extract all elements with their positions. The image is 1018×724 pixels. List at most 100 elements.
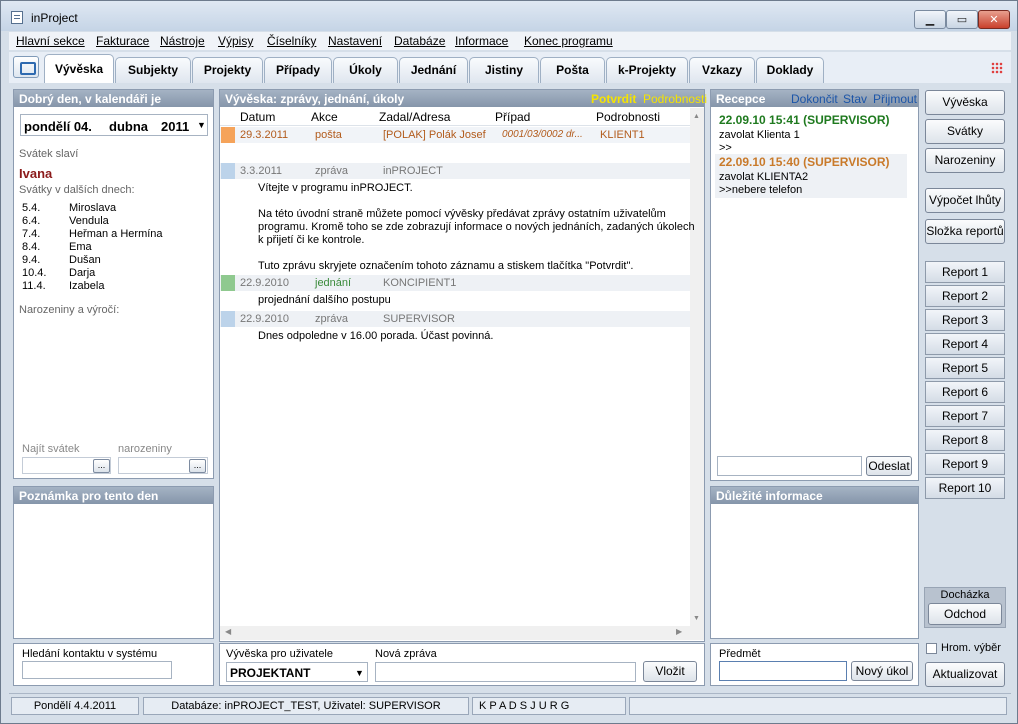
report-button[interactable]: Report 8 xyxy=(925,429,1005,451)
important-panel: Důležité informace xyxy=(710,486,919,639)
row-by: SUPERVISOR xyxy=(383,313,455,325)
new-task-button[interactable]: Nový úkol xyxy=(851,661,913,681)
holiday-name: Izabela xyxy=(69,280,105,292)
menu-fakturace[interactable]: Fakturace xyxy=(96,34,149,48)
tab-ukoly[interactable]: Úkoly xyxy=(333,57,398,83)
tab-jistiny[interactable]: Jistiny xyxy=(469,57,539,83)
row-date: 22.9.2010 xyxy=(240,277,289,289)
row-marker xyxy=(221,275,235,291)
row-date: 29.3.2011 xyxy=(240,129,289,141)
holidays-button[interactable]: Svátky xyxy=(925,119,1005,144)
date-day: pondělí 04. xyxy=(24,119,92,134)
minimize-button[interactable]: ▁ xyxy=(914,10,946,29)
scroll-right-icon[interactable]: ▶ xyxy=(676,627,682,636)
menu-konec[interactable]: Konec programu xyxy=(524,34,613,48)
find-holiday-button[interactable]: ... xyxy=(93,459,110,473)
table-row[interactable]: 22.9.2010 zpráva SUPERVISOR xyxy=(220,311,690,327)
leave-button[interactable]: Odchod xyxy=(928,603,1002,625)
title-bar: inProject ▁ ▭ ✕ xyxy=(1,1,1017,31)
subject-input[interactable] xyxy=(719,661,847,681)
scroll-up-icon[interactable]: ▲ xyxy=(693,113,700,120)
contact-search-panel: Hledání kontaktu v systému xyxy=(13,643,214,686)
send-button[interactable]: Odeslat xyxy=(866,456,912,476)
message-line: Na této úvodní straně můžete pomocí vývě… xyxy=(258,208,666,220)
reception-item[interactable]: 22.09.10 15:40 (SUPERVISOR) zavolat KLIE… xyxy=(715,154,907,198)
tab-vzkazy[interactable]: Vzkazy xyxy=(689,57,755,83)
tab-pripady[interactable]: Případy xyxy=(264,57,332,83)
row-detail: KLIENT1 xyxy=(600,129,645,141)
tab-projekty[interactable]: Projekty xyxy=(192,57,263,83)
confirm-link[interactable]: Potvrdit xyxy=(591,92,636,106)
row-by: inPROJECT xyxy=(383,165,443,177)
menu-databaze[interactable]: Databáze xyxy=(394,34,445,48)
holiday-date: 8.4. xyxy=(22,241,41,253)
vyveska-button[interactable]: Vývěska xyxy=(925,90,1005,115)
tab-subjekty[interactable]: Subjekty xyxy=(115,57,191,83)
refresh-button[interactable]: Aktualizovat xyxy=(925,662,1005,687)
horizontal-scrollbar[interactable]: ◀ ▶ xyxy=(220,626,690,640)
home-icon[interactable] xyxy=(13,56,39,78)
tab-k-projekty[interactable]: k-Projekty xyxy=(606,57,688,83)
report-button[interactable]: Report 10 xyxy=(925,477,1005,499)
chevron-down-icon: ▼ xyxy=(197,120,206,130)
status-empty xyxy=(629,697,1007,715)
nameday-name: Ivana xyxy=(19,166,53,181)
holiday-date: 7.4. xyxy=(22,228,41,240)
table-row[interactable]: 22.9.2010 jednání KONCIPIENT1 xyxy=(220,275,690,291)
menu-ciselniky[interactable]: Číselníky xyxy=(267,34,316,48)
reports-folder-button[interactable]: Složka reportů xyxy=(925,219,1005,244)
holiday-name: Vendula xyxy=(69,215,109,227)
birthdays-search-label: narozeniny xyxy=(118,443,172,455)
date-picker[interactable]: pondělí 04. dubna 2011 ▼ xyxy=(20,114,208,136)
deadline-calc-button[interactable]: Výpočet lhůty xyxy=(925,188,1005,213)
subject-label: Předmět xyxy=(719,648,761,660)
calendar-panel: Dobrý den, v kalendáři je pondělí 04. du… xyxy=(13,89,214,479)
task-panel: Předmět Nový úkol xyxy=(710,643,919,686)
maximize-icon: ▭ xyxy=(956,14,968,26)
report-button[interactable]: Report 1 xyxy=(925,261,1005,283)
bulk-select-checkbox[interactable] xyxy=(926,643,937,654)
maximize-button[interactable]: ▭ xyxy=(946,10,978,29)
tab-jednani[interactable]: Jednání xyxy=(399,57,468,83)
menu-hlavni-sekce[interactable]: Hlavní sekce xyxy=(16,34,85,48)
close-button[interactable]: ✕ xyxy=(978,10,1010,29)
tab-posta[interactable]: Pošta xyxy=(540,57,605,83)
details-link[interactable]: Podrobnosti xyxy=(643,92,707,106)
report-button[interactable]: Report 4 xyxy=(925,333,1005,355)
reception-item[interactable]: 22.09.10 15:41 (SUPERVISOR) zavolat Klie… xyxy=(715,112,907,156)
tab-doklady[interactable]: Doklady xyxy=(756,57,824,83)
table-row[interactable]: 29.3.2011 pošta [POLAK] Polák Josef 0001… xyxy=(220,127,690,143)
holiday-date: 6.4. xyxy=(22,215,41,227)
menu-vypisy[interactable]: Výpisy xyxy=(218,34,253,48)
for-user-select[interactable]: PROJEKTANT ▼ xyxy=(226,662,368,682)
holiday-name: Darja xyxy=(69,267,96,279)
menu-informace[interactable]: Informace xyxy=(455,34,508,48)
insert-button[interactable]: Vložit xyxy=(643,661,697,682)
birthdays-button[interactable]: Narozeniny xyxy=(925,148,1005,173)
row-action: pošta xyxy=(315,129,342,141)
vertical-scrollbar[interactable]: ▲ ▼ xyxy=(690,108,704,640)
report-button[interactable]: Report 3 xyxy=(925,309,1005,331)
reception-text: zavolat Klienta 1 xyxy=(719,129,800,141)
row-date: 3.3.2011 xyxy=(240,165,283,177)
scroll-left-icon[interactable]: ◀ xyxy=(225,627,231,636)
finish-link[interactable]: Dokončit xyxy=(791,92,838,106)
state-link[interactable]: Stav xyxy=(843,92,867,106)
scroll-down-icon[interactable]: ▼ xyxy=(693,615,700,622)
new-message-input[interactable] xyxy=(375,662,636,682)
report-button[interactable]: Report 6 xyxy=(925,381,1005,403)
birthdays-label: Narozeniny a výročí: xyxy=(19,304,120,316)
table-row[interactable]: 3.3.2011 zpráva inPROJECT xyxy=(220,163,690,179)
birthday-search-button[interactable]: ... xyxy=(189,459,206,473)
grid-icon[interactable] xyxy=(991,62,1003,74)
reception-input[interactable] xyxy=(717,456,862,476)
report-button[interactable]: Report 9 xyxy=(925,453,1005,475)
report-button[interactable]: Report 5 xyxy=(925,357,1005,379)
receive-link[interactable]: Přijmout xyxy=(873,92,917,106)
menu-nastaveni[interactable]: Nastavení xyxy=(328,34,382,48)
menu-nastroje[interactable]: Nástroje xyxy=(160,34,205,48)
tab-vyveska[interactable]: Vývěska xyxy=(44,54,114,83)
contact-search-input[interactable] xyxy=(22,661,172,679)
report-button[interactable]: Report 2 xyxy=(925,285,1005,307)
report-button[interactable]: Report 7 xyxy=(925,405,1005,427)
